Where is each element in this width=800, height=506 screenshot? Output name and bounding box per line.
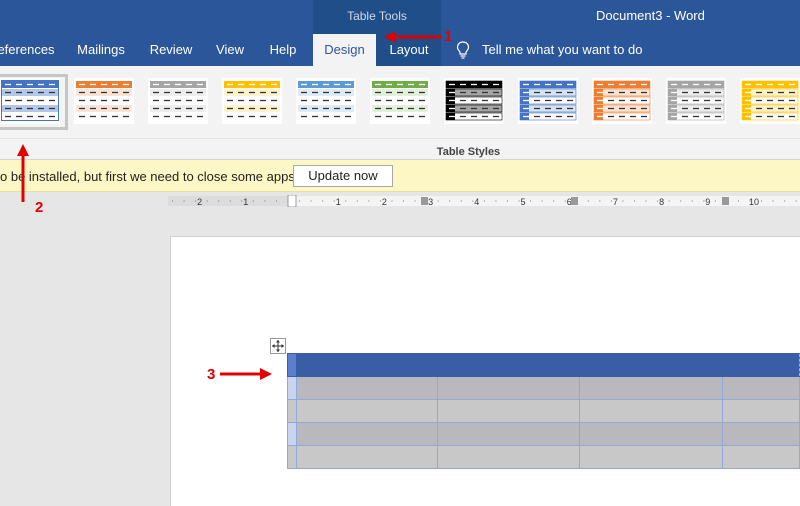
annotation-arrow-2 [17,144,29,202]
annotation-label-1: 1 [444,28,453,45]
annotation-arrow-1 [384,31,442,43]
annotation-label-3: 3 [207,366,216,383]
annotation-arrow-3 [220,368,272,380]
annotation-layer [17,31,442,380]
annotation-label-2: 2 [35,199,44,216]
